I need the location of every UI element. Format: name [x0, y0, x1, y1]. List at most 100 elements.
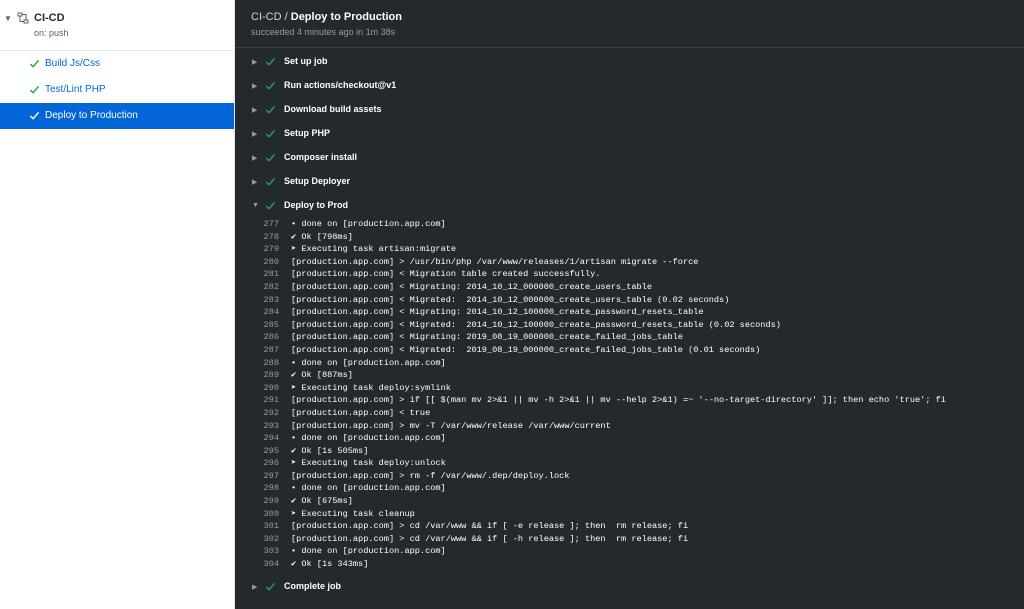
log-line-number[interactable]: 297 — [249, 471, 279, 481]
step-name: Deploy to Prod — [284, 200, 349, 210]
log-line-number[interactable]: 302 — [249, 534, 279, 544]
log-line-text: • done on [production.app.com] — [291, 433, 446, 444]
log-line: 289 ✔ Ok [887ms] — [235, 370, 1024, 383]
log-line-number[interactable]: 282 — [249, 282, 279, 292]
step-name: Complete job — [284, 580, 342, 591]
step-name: Composer install — [284, 152, 358, 162]
step-6[interactable]: ▶ Setup Deployer — [235, 170, 1024, 194]
log-line-number[interactable]: 288 — [249, 358, 279, 368]
log-line-number[interactable]: 293 — [249, 421, 279, 431]
log-line-text: [production.app.com] > mv -T /var/www/re… — [291, 420, 611, 431]
log-line-text: [production.app.com] < Migrated: 2014_10… — [291, 319, 781, 330]
job-build-js-css[interactable]: Build Js/Css — [0, 51, 234, 77]
log-line-number[interactable]: 279 — [249, 244, 279, 254]
caret-right-icon[interactable]: ▶ — [252, 58, 257, 66]
log-line-number[interactable]: 294 — [249, 433, 279, 443]
log-line-number[interactable]: 301 — [249, 521, 279, 531]
log-line-number[interactable]: 286 — [249, 332, 279, 342]
log-line-number[interactable]: 292 — [249, 408, 279, 418]
log-line-text: [production.app.com] > cd /var/www && if… — [291, 521, 689, 532]
check-icon — [265, 57, 276, 66]
breadcrumb-workflow[interactable]: CI-CD — [251, 11, 282, 23]
step-2[interactable]: ▶ Run actions/checkout@v1 — [235, 74, 1024, 98]
log-line: 287 [production.app.com] < Migrated: 2019… — [235, 345, 1024, 358]
log-line-text: ➤ Executing task deploy:symlink — [291, 382, 451, 393]
log-line-number[interactable]: 300 — [249, 509, 279, 519]
step-3[interactable]: ▶ Download build assets — [235, 98, 1024, 122]
log-line: 288 • done on [production.app.com] — [235, 358, 1024, 371]
log-line-number[interactable]: 299 — [249, 496, 279, 506]
caret-right-icon[interactable]: ▶ — [252, 154, 257, 162]
log-line-number[interactable]: 295 — [249, 446, 279, 456]
log-line-text: • done on [production.app.com] — [291, 357, 446, 368]
log-line: 290 ➤ Executing task deploy:symlink — [235, 383, 1024, 396]
log-line-text: ✔ Ok [1s 343ms] — [291, 559, 369, 570]
log-line-text: [production.app.com] > cd /var/www && if… — [291, 533, 689, 544]
log-line: 298 • done on [production.app.com] — [235, 483, 1024, 496]
job-label: Build Js/Css — [45, 58, 101, 69]
step-7[interactable]: ▼ Deploy to Prod — [235, 194, 1024, 218]
workflow-header[interactable]: ▼ CI-CD on: push — [0, 0, 234, 51]
log-line-number[interactable]: 303 — [249, 546, 279, 556]
job-label: Deploy to Production — [45, 110, 138, 121]
caret-right-icon[interactable]: ▶ — [252, 106, 257, 114]
log-line-number[interactable]: 283 — [249, 295, 279, 305]
job-label: Test/Lint PHP — [45, 84, 106, 95]
log-line-number[interactable]: 280 — [249, 257, 279, 267]
log-line-text: • done on [production.app.com] — [291, 483, 446, 494]
log-line-number[interactable]: 285 — [249, 320, 279, 330]
log-line: 292 [production.app.com] < true — [235, 408, 1024, 421]
step-complete-job[interactable]: ▶ Complete job — [235, 575, 1024, 599]
log-line: 296 ➤ Executing task deploy:unlock — [235, 458, 1024, 471]
log-line-text: [production.app.com] < Migrating: 2014_1… — [291, 281, 652, 292]
log-line-text: [production.app.com] > /usr/bin/php /var… — [291, 256, 699, 267]
job-deploy-to-production[interactable]: Deploy to Production — [0, 103, 234, 129]
log-line-number[interactable]: 290 — [249, 383, 279, 393]
log-line: 283 [production.app.com] < Migrated: 2014… — [235, 295, 1024, 308]
job-test-lint-php[interactable]: Test/Lint PHP — [0, 77, 234, 103]
log-line-text: ✔ Ok [1s 505ms] — [291, 445, 369, 456]
check-icon — [29, 111, 40, 120]
check-icon — [265, 201, 276, 210]
caret-right-icon[interactable]: ▶ — [252, 130, 257, 138]
caret-right-icon[interactable]: ▶ — [252, 178, 257, 186]
log-line: 303 • done on [production.app.com] — [235, 546, 1024, 559]
log-line: 293 [production.app.com] > mv -T /var/www… — [235, 421, 1024, 434]
log-line: 281 [production.app.com] < Migration tabl… — [235, 269, 1024, 282]
log-line: 294 • done on [production.app.com] — [235, 433, 1024, 446]
log-line-number[interactable]: 287 — [249, 345, 279, 355]
log-line: 284 [production.app.com] < Migrating: 201… — [235, 307, 1024, 320]
log-line-number[interactable]: 278 — [249, 232, 279, 242]
log-line-text: [production.app.com] < Migrated: 2019_08… — [291, 344, 761, 355]
log-line-number[interactable]: 291 — [249, 395, 279, 405]
steps-list: ▶ Set up job ▶ Run actions/checkout@v1 ▶ Down… — [235, 50, 1024, 599]
log-line-number[interactable]: 298 — [249, 483, 279, 493]
log-line-text: ➤ Executing task cleanup — [291, 508, 415, 519]
caret-right-icon[interactable]: ▶ — [252, 583, 257, 591]
check-icon — [29, 59, 40, 68]
log-line-text: [production.app.com] < true — [291, 407, 431, 418]
log-line-number[interactable]: 304 — [249, 559, 279, 569]
log-line-text: [production.app.com] < Migrated: 2014_10… — [291, 294, 730, 305]
check-icon — [265, 129, 276, 138]
caret-right-icon[interactable]: ▶ — [252, 82, 257, 90]
log-line-number[interactable]: 277 — [249, 219, 279, 229]
log-line-number[interactable]: 296 — [249, 458, 279, 468]
log-line-number[interactable]: 281 — [249, 269, 279, 279]
step-log: 277 • done on [production.app.com] 278 ✔ Ok… — [235, 218, 1024, 572]
collapse-caret-icon[interactable]: ▼ — [4, 14, 12, 23]
step-5[interactable]: ▶ Composer install — [235, 146, 1024, 170]
log-line: 301 [production.app.com] > cd /var/www &&… — [235, 521, 1024, 534]
log-line-number[interactable]: 289 — [249, 370, 279, 380]
step-1[interactable]: ▶ Set up job — [235, 50, 1024, 74]
caret-down-icon[interactable]: ▼ — [252, 202, 259, 209]
log-line: 300 ➤ Executing task cleanup — [235, 509, 1024, 522]
check-icon — [265, 177, 276, 186]
breadcrumb-job: Deploy to Production — [290, 11, 402, 23]
workflow-sidebar: ▼ CI-CD on: push Build Js/Css Test/Lint … — [0, 0, 235, 609]
log-line-text: ✔ Ok [675ms] — [291, 496, 353, 507]
log-line-text: ✔ Ok [887ms] — [291, 370, 353, 381]
log-line-number[interactable]: 284 — [249, 307, 279, 317]
step-4[interactable]: ▶ Setup PHP — [235, 122, 1024, 146]
log-line: 280 [production.app.com] > /usr/bin/php /… — [235, 257, 1024, 270]
